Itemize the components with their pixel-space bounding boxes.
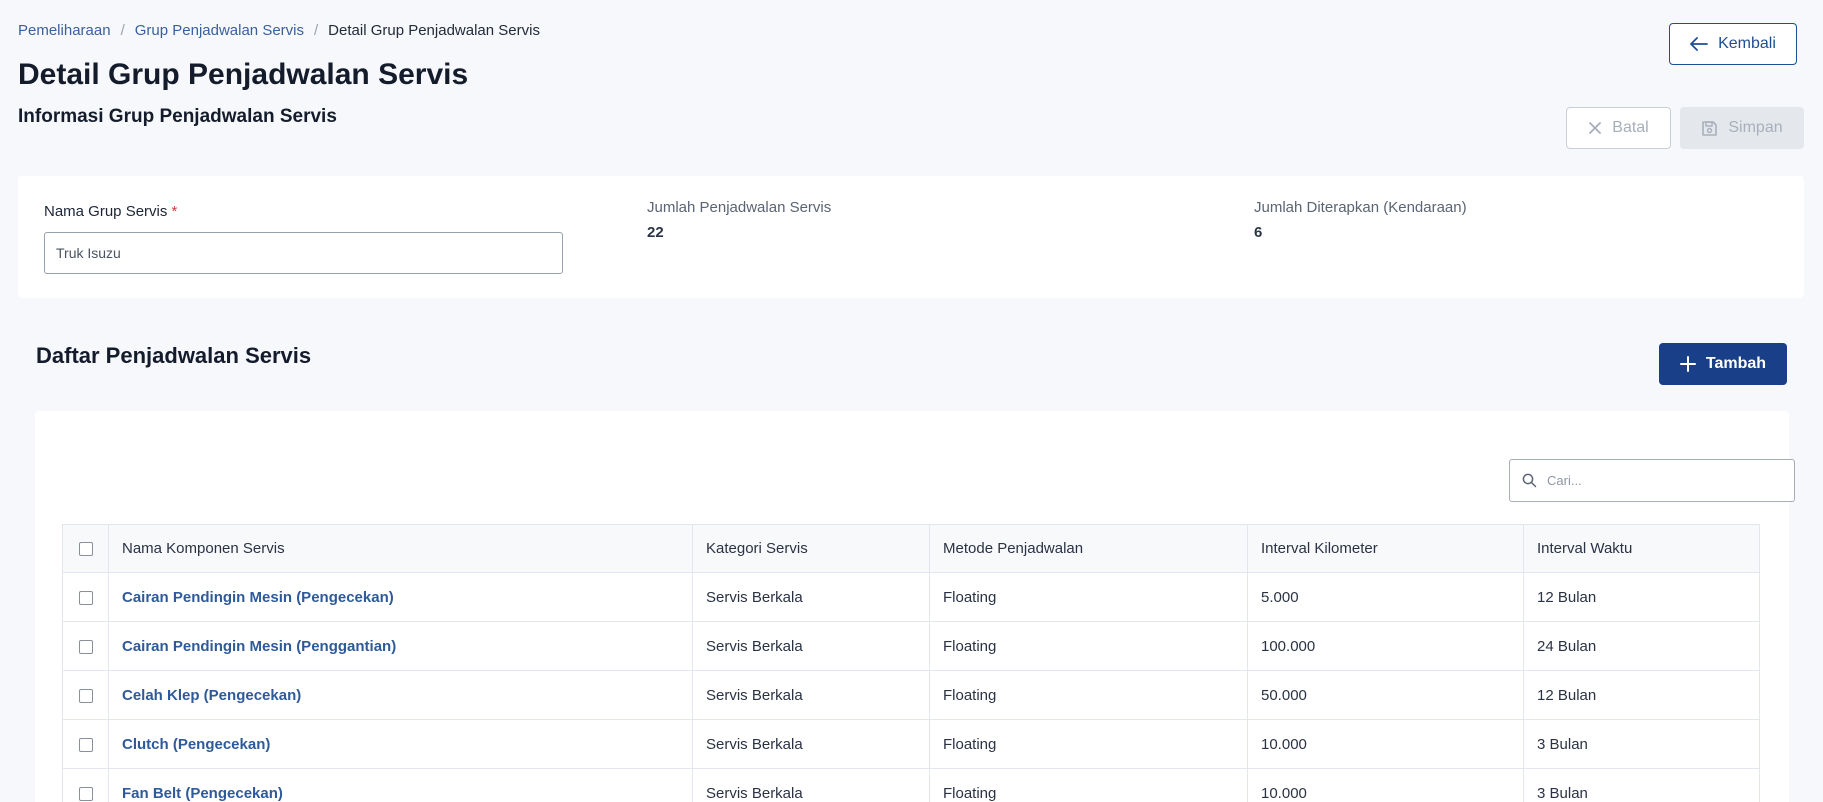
time-interval-cell: 3 Bulan: [1523, 719, 1760, 769]
row-select-cell: [62, 572, 109, 622]
table-row: Cairan Pendingin Mesin (Penggantian) Ser…: [62, 621, 1760, 671]
row-checkbox[interactable]: [78, 688, 93, 703]
group-name-label: Nama Grup Servis *: [44, 203, 177, 220]
category-cell: Servis Berkala: [692, 572, 930, 622]
breadcrumb-link-service-group[interactable]: Grup Penjadwalan Servis: [135, 22, 304, 39]
row-select-cell: [62, 719, 109, 769]
section-title: Informasi Grup Penjadwalan Servis: [18, 106, 337, 127]
back-button-label: Kembali: [1718, 35, 1776, 52]
column-header-km-interval[interactable]: Interval Kilometer: [1247, 524, 1524, 573]
breadcrumb-current: Detail Grup Penjadwalan Servis: [328, 22, 540, 39]
applied-vehicle-count-value: 6: [1254, 224, 1263, 241]
category-cell: Servis Berkala: [692, 768, 930, 802]
select-all-cell: [62, 524, 109, 573]
required-mark: *: [171, 203, 178, 220]
back-button[interactable]: Kembali: [1669, 23, 1797, 65]
schedule-table-panel: Nama Komponen Servis Kategori Servis Met…: [35, 411, 1795, 802]
group-name-input[interactable]: Truk Isuzu: [44, 232, 563, 274]
column-header-component-name[interactable]: Nama Komponen Servis: [108, 524, 693, 573]
breadcrumb: Pemeliharaan / Grup Penjadwalan Servis /…: [18, 22, 540, 39]
search-icon: [1522, 473, 1537, 488]
component-name-cell: Celah Klep (Pengecekan): [108, 670, 693, 720]
component-name-link[interactable]: Celah Klep (Pengecekan): [122, 687, 301, 704]
component-name-link[interactable]: Clutch (Pengecekan): [122, 736, 270, 753]
schedule-count-value: 22: [647, 224, 664, 241]
row-select-cell: [62, 670, 109, 720]
plus-icon: [1679, 356, 1696, 372]
table-row: Cairan Pendingin Mesin (Pengecekan) Serv…: [62, 572, 1760, 622]
schedule-table: Nama Komponen Servis Kategori Servis Met…: [62, 524, 1760, 802]
row-checkbox[interactable]: [78, 590, 93, 605]
method-cell: Floating: [929, 572, 1248, 622]
add-button-label: Tambah: [1705, 355, 1767, 372]
column-header-category[interactable]: Kategori Servis: [692, 524, 930, 573]
row-select-cell: [62, 768, 109, 802]
applied-vehicle-count-label: Jumlah Diterapkan (Kendaraan): [1254, 199, 1467, 216]
schedule-list-title: Daftar Penjadwalan Servis: [36, 343, 312, 368]
schedule-count-label: Jumlah Penjadwalan Servis: [647, 199, 832, 216]
method-cell: Floating: [929, 719, 1248, 769]
search-input[interactable]: [1547, 473, 1767, 488]
cancel-button[interactable]: Batal: [1566, 107, 1671, 149]
method-cell: Floating: [929, 768, 1248, 802]
time-interval-cell: 24 Bulan: [1523, 621, 1760, 671]
km-interval-cell: 10.000: [1247, 768, 1524, 802]
close-icon: [1588, 121, 1602, 135]
component-name-cell: Cairan Pendingin Mesin (Penggantian): [108, 621, 693, 671]
km-interval-cell: 100.000: [1247, 621, 1524, 671]
arrow-left-icon: [1690, 37, 1708, 51]
table-row: Celah Klep (Pengecekan) Servis Berkala F…: [62, 670, 1760, 720]
breadcrumb-link-maintenance[interactable]: Pemeliharaan: [18, 22, 111, 39]
km-interval-cell: 5.000: [1247, 572, 1524, 622]
category-cell: Servis Berkala: [692, 670, 930, 720]
method-cell: Floating: [929, 670, 1248, 720]
time-interval-cell: 12 Bulan: [1523, 670, 1760, 720]
page: Pemeliharaan / Grup Penjadwalan Servis /…: [0, 0, 1823, 802]
search-box[interactable]: [1509, 459, 1795, 502]
column-header-time-interval[interactable]: Interval Waktu: [1523, 524, 1760, 573]
floppy-disk-icon: [1701, 120, 1718, 137]
cancel-button-label: Batal: [1612, 119, 1649, 136]
component-name-link[interactable]: Cairan Pendingin Mesin (Penggantian): [122, 638, 396, 655]
time-interval-cell: 12 Bulan: [1523, 572, 1760, 622]
group-info-card: Nama Grup Servis * Truk Isuzu Jumlah Pen…: [18, 176, 1804, 298]
component-name-link[interactable]: Cairan Pendingin Mesin (Pengecekan): [122, 589, 394, 606]
component-name-cell: Cairan Pendingin Mesin (Pengecekan): [108, 572, 693, 622]
breadcrumb-separator: /: [314, 22, 319, 39]
select-all-checkbox[interactable]: [78, 542, 93, 557]
category-cell: Servis Berkala: [692, 621, 930, 671]
row-checkbox[interactable]: [78, 786, 93, 801]
row-select-cell: [62, 621, 109, 671]
table-row: Clutch (Pengecekan) Servis Berkala Float…: [62, 719, 1760, 769]
method-cell: Floating: [929, 621, 1248, 671]
table-row: Fan Belt (Pengecekan) Servis Berkala Flo…: [62, 768, 1760, 802]
time-interval-cell: 3 Bulan: [1523, 768, 1760, 802]
group-name-label-text: Nama Grup Servis: [44, 203, 168, 220]
km-interval-cell: 10.000: [1247, 719, 1524, 769]
breadcrumb-separator: /: [120, 22, 125, 39]
table-header-row: Nama Komponen Servis Kategori Servis Met…: [62, 524, 1760, 573]
category-cell: Servis Berkala: [692, 719, 930, 769]
component-name-cell: Clutch (Pengecekan): [108, 719, 693, 769]
component-name-link[interactable]: Fan Belt (Pengecekan): [122, 785, 283, 802]
row-checkbox[interactable]: [78, 639, 93, 654]
component-name-cell: Fan Belt (Pengecekan): [108, 768, 693, 802]
page-title: Detail Grup Penjadwalan Servis: [18, 58, 469, 91]
add-button[interactable]: Tambah: [1659, 343, 1787, 385]
save-button-label: Simpan: [1728, 119, 1783, 136]
column-header-method[interactable]: Metode Penjadwalan: [929, 524, 1248, 573]
save-button[interactable]: Simpan: [1680, 107, 1804, 149]
row-checkbox[interactable]: [78, 737, 93, 752]
km-interval-cell: 50.000: [1247, 670, 1524, 720]
